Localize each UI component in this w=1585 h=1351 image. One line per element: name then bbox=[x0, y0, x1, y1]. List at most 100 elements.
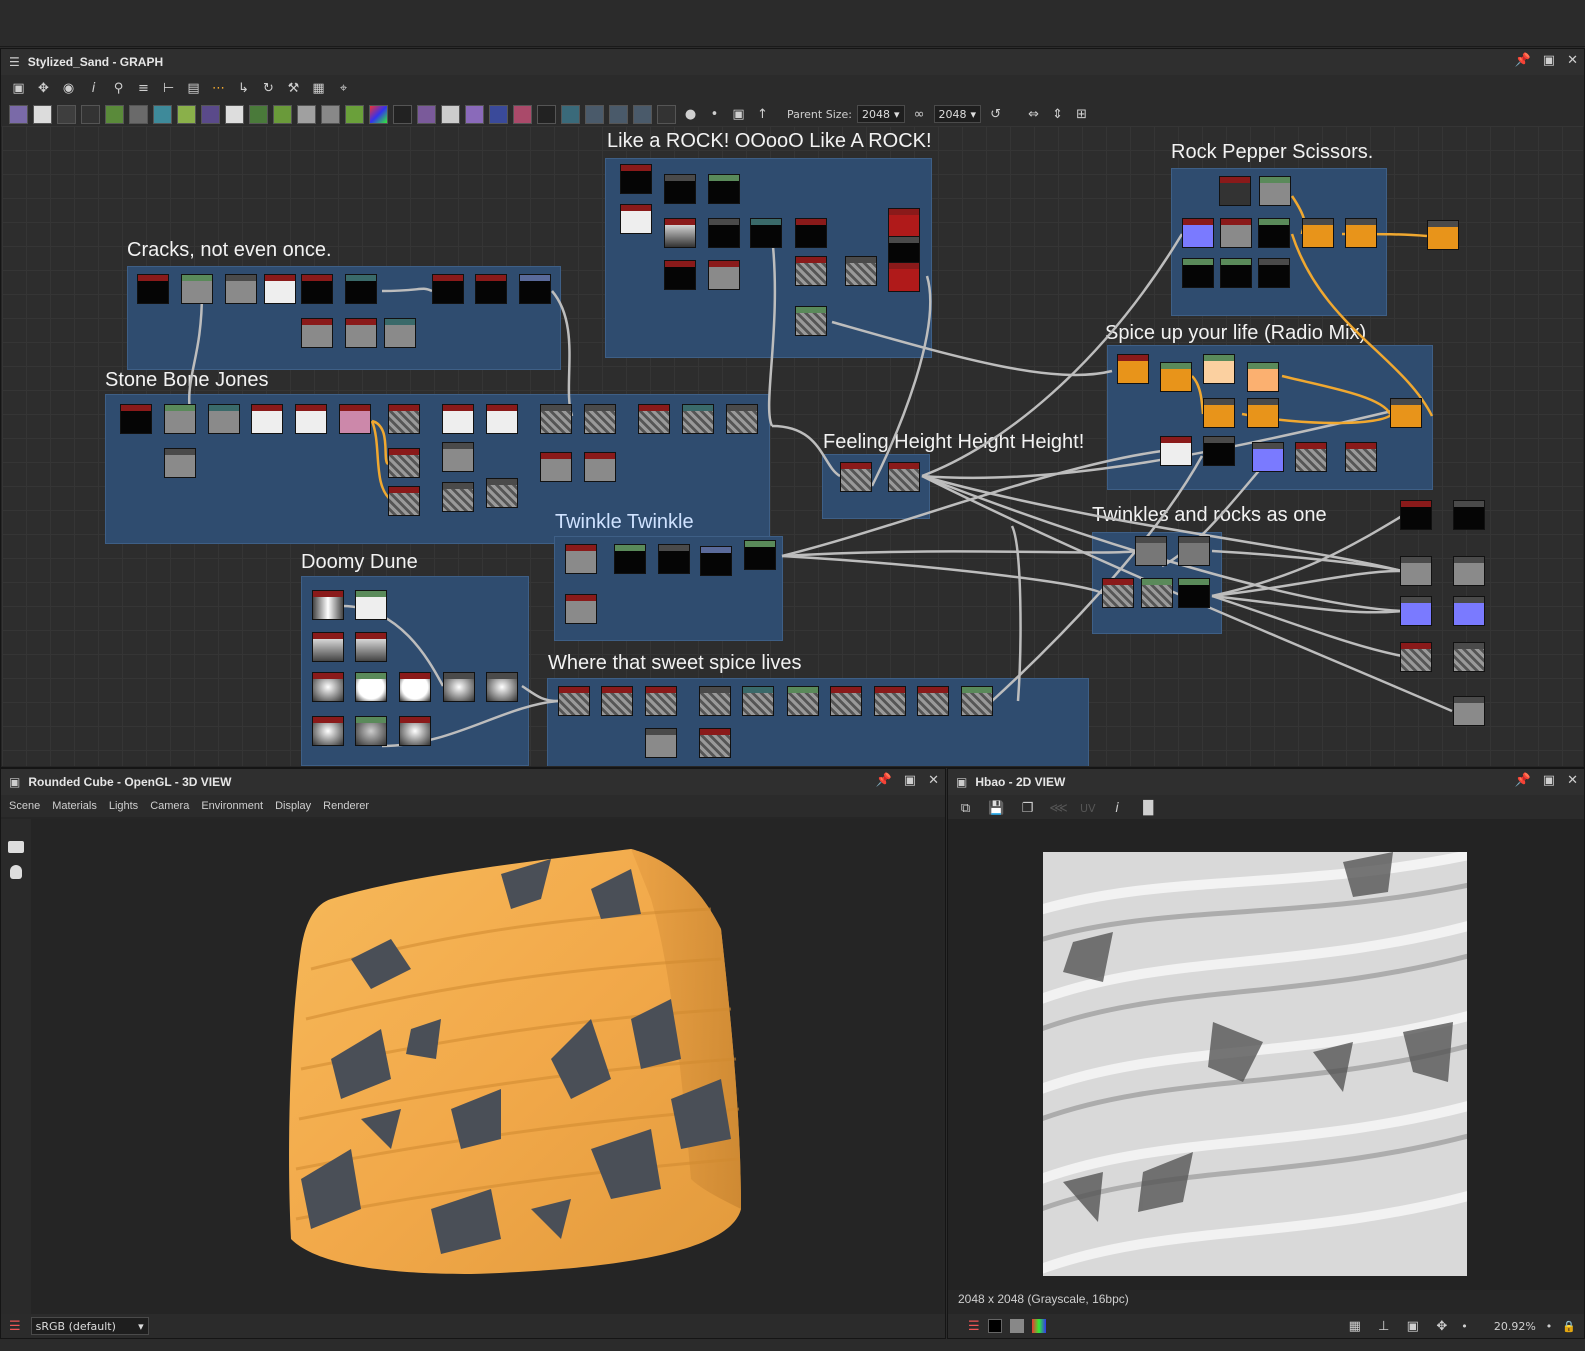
graph-node[interactable] bbox=[1135, 536, 1167, 566]
branch-icon[interactable]: ↳ bbox=[234, 79, 253, 98]
graph-node[interactable] bbox=[1219, 176, 1251, 206]
graph-node[interactable] bbox=[1400, 642, 1432, 672]
graph-node[interactable] bbox=[1258, 218, 1290, 248]
close-icon[interactable]: ✕ bbox=[928, 773, 939, 788]
atomic-node-icon-11[interactable] bbox=[249, 104, 268, 124]
graph-node[interactable] bbox=[120, 404, 152, 434]
layers-icon[interactable]: ☰ bbox=[9, 1319, 21, 1334]
wrench-icon[interactable]: ⚒ bbox=[284, 79, 303, 98]
view3d-viewport[interactable] bbox=[31, 819, 943, 1314]
graph-link[interactable] bbox=[781, 554, 1104, 596]
comment-icon[interactable]: ● bbox=[681, 105, 700, 124]
graph-node[interactable] bbox=[750, 218, 782, 248]
graph-node[interactable] bbox=[225, 274, 257, 304]
graph-node[interactable] bbox=[137, 274, 169, 304]
graph-node[interactable] bbox=[888, 208, 920, 238]
duplicate-icon[interactable]: ❐ bbox=[1018, 799, 1037, 818]
graph-node[interactable] bbox=[682, 404, 714, 434]
checker-icon[interactable] bbox=[1009, 1319, 1024, 1333]
graph-link[interactable] bbox=[767, 235, 777, 427]
graph-link[interactable] bbox=[1211, 514, 1403, 598]
graph-node[interactable] bbox=[1453, 642, 1485, 672]
atomic-node-icon-10[interactable] bbox=[225, 104, 244, 124]
info-icon[interactable]: i bbox=[1108, 799, 1127, 818]
zoom-value[interactable]: 20.92% bbox=[1478, 1320, 1536, 1333]
atomic-node-icon-1[interactable] bbox=[9, 104, 28, 124]
graph-node[interactable] bbox=[584, 404, 616, 434]
graph-node[interactable] bbox=[645, 686, 677, 716]
graph-node[interactable] bbox=[744, 540, 776, 570]
graph-node[interactable] bbox=[708, 218, 740, 248]
graph-node[interactable] bbox=[1117, 354, 1149, 384]
graph-node[interactable] bbox=[1203, 398, 1235, 428]
graph-link[interactable] bbox=[1211, 569, 1403, 598]
menu-scene[interactable]: Scene bbox=[9, 800, 40, 812]
export-icon[interactable]: ▦ bbox=[309, 79, 328, 98]
graph-node[interactable] bbox=[1160, 362, 1192, 392]
atomic-node-icon-19[interactable] bbox=[441, 104, 460, 124]
graph-link[interactable] bbox=[771, 424, 841, 478]
graph-node[interactable] bbox=[432, 274, 464, 304]
graph-node[interactable] bbox=[1220, 218, 1252, 248]
grid-icon[interactable]: ▦ bbox=[1345, 1317, 1364, 1336]
graph-node[interactable] bbox=[264, 274, 296, 304]
graph-link[interactable] bbox=[781, 549, 1138, 558]
graph-node[interactable] bbox=[888, 262, 920, 292]
light-bulb-icon[interactable] bbox=[10, 865, 22, 879]
pin-icon[interactable]: 📌 bbox=[1515, 53, 1531, 68]
graph-node[interactable] bbox=[664, 174, 696, 204]
graph-node[interactable] bbox=[1203, 354, 1235, 384]
graph-node[interactable] bbox=[1345, 218, 1377, 248]
atomic-node-icon-7[interactable] bbox=[153, 104, 172, 124]
uv-label[interactable]: UV bbox=[1080, 802, 1096, 815]
menu-materials[interactable]: Materials bbox=[52, 800, 97, 812]
atomic-node-icon-16[interactable] bbox=[369, 104, 388, 124]
graph-node[interactable] bbox=[620, 204, 652, 234]
graph-node[interactable] bbox=[355, 632, 387, 662]
graph-node[interactable] bbox=[1160, 436, 1192, 466]
graph-node[interactable] bbox=[312, 590, 344, 620]
link-icon[interactable]: ⋯ bbox=[209, 79, 228, 98]
atomic-node-icon-28[interactable] bbox=[657, 104, 676, 124]
tile-icon[interactable]: ⊥ bbox=[1374, 1317, 1393, 1336]
view2d-viewport[interactable] bbox=[948, 819, 1584, 1290]
menu-lights[interactable]: Lights bbox=[109, 800, 138, 812]
graph-node[interactable] bbox=[664, 260, 696, 290]
graph-node[interactable] bbox=[830, 686, 862, 716]
graph-link[interactable] bbox=[381, 287, 433, 293]
layout-icon[interactable]: ⊢ bbox=[159, 79, 178, 98]
layers-icon[interactable]: ☰ bbox=[968, 1319, 980, 1334]
graph-node[interactable] bbox=[1453, 696, 1485, 726]
graph-node[interactable] bbox=[312, 632, 344, 662]
output-size-select[interactable]: 2048 ▾ bbox=[933, 105, 982, 123]
graph-link[interactable] bbox=[1211, 594, 1403, 614]
graph-node[interactable] bbox=[475, 274, 507, 304]
graph-node[interactable] bbox=[961, 686, 993, 716]
search-icon[interactable]: ⚲ bbox=[109, 79, 128, 98]
graph-node[interactable] bbox=[558, 686, 590, 716]
graph-node[interactable] bbox=[700, 546, 732, 576]
atomic-node-icon-20[interactable] bbox=[465, 104, 484, 124]
graph-node[interactable] bbox=[1453, 500, 1485, 530]
graph-node[interactable] bbox=[443, 672, 475, 702]
graph-node[interactable] bbox=[1247, 398, 1279, 428]
graph-link[interactable] bbox=[1281, 374, 1392, 415]
graph-node[interactable] bbox=[388, 404, 420, 434]
atomic-node-icon-17[interactable] bbox=[393, 104, 412, 124]
graph-node[interactable] bbox=[645, 728, 677, 758]
pan-icon[interactable]: ✥ bbox=[1432, 1317, 1451, 1336]
graph-node[interactable] bbox=[658, 544, 690, 574]
distribute-icon[interactable]: ⊞ bbox=[1072, 105, 1091, 124]
atomic-node-icon-8[interactable] bbox=[177, 104, 196, 124]
hsplit-icon[interactable]: ⇔ bbox=[1024, 105, 1043, 124]
frame-icon[interactable]: ▣ bbox=[729, 105, 748, 124]
vsplit-icon[interactable]: ⇕ bbox=[1048, 105, 1067, 124]
graph-node[interactable] bbox=[399, 716, 431, 746]
colorspace-select[interactable]: sRGB (default) ▾ bbox=[30, 1317, 149, 1335]
link-size-icon[interactable]: ∞ bbox=[910, 105, 929, 124]
graph-node[interactable] bbox=[795, 306, 827, 336]
crop-icon[interactable]: ⌖ bbox=[334, 79, 353, 98]
maximize-icon[interactable]: ▣ bbox=[904, 773, 916, 788]
graph-canvas[interactable]: Like a ROCK! OOooO Like A ROCK! Rock Pepp… bbox=[2, 126, 1583, 766]
graph-node[interactable] bbox=[345, 318, 377, 348]
